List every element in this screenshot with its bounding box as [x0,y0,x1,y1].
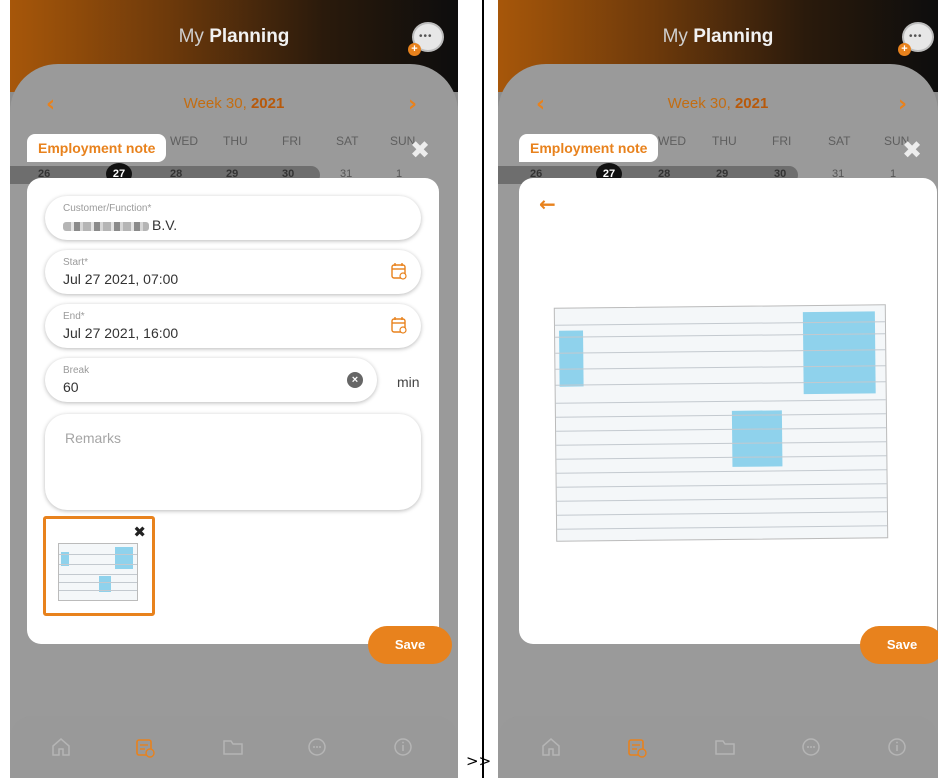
transition-arrow: >> [466,752,492,770]
chat-icon[interactable] [800,736,822,758]
week-navigation: ‹ Week 30, 2021 › [10,92,458,117]
close-icon[interactable]: ✖ [410,136,430,164]
remarks-field[interactable]: Remarks [45,414,421,510]
save-button[interactable]: Save [860,626,938,664]
remove-attachment-icon[interactable]: ✖ [133,523,146,541]
day-thu: THU [223,134,248,148]
document-image [553,304,889,542]
info-icon[interactable] [392,736,414,758]
day-wed: WED [170,134,198,148]
screen-employment-form: My Planning ••• + ‹ Week 30, 2021 › WED T… [10,0,458,778]
break-field[interactable]: Break 60 × [45,358,377,402]
save-button[interactable]: Save [368,626,452,664]
start-label: Start* [63,257,89,268]
day-fri: FRI [772,134,792,148]
end-field[interactable]: End* Jul 27 2021, 16:00 [45,304,421,348]
customer-value: B.V. [63,217,177,233]
end-label: End* [63,311,85,322]
day-fri: FRI [282,134,302,148]
week-label: Week 30, 2021 [667,95,769,112]
start-field[interactable]: Start* Jul 27 2021, 07:00 [45,250,421,294]
planning-icon[interactable] [134,736,156,758]
day-sat: SAT [336,134,359,148]
attachment-thumbnail[interactable]: ✖ [43,516,155,616]
info-icon[interactable] [886,736,908,758]
app-title: My Planning [662,26,774,47]
back-arrow-icon[interactable]: ← [539,192,556,216]
modal-title: Employment note [27,134,167,162]
break-value: 60 [63,379,79,395]
home-icon[interactable] [540,736,562,758]
customer-label: Customer/Function* [63,203,152,214]
clear-icon[interactable]: × [347,372,363,388]
close-icon[interactable]: ✖ [902,136,922,164]
day-sat: SAT [828,134,851,148]
end-value: Jul 27 2021, 16:00 [63,325,179,341]
chevron-right-icon[interactable]: › [898,92,907,117]
planning-icon[interactable] [626,736,648,758]
day-thu: THU [712,134,737,148]
screen-attachment-preview: My Planning ••• + ‹ Week 30, 2021 › WED T… [498,0,938,778]
chat-add-icon[interactable]: ••• + [408,22,444,56]
start-value: Jul 27 2021, 07:00 [63,271,179,287]
break-label: Break [63,365,90,376]
app-title: My Planning [178,26,290,47]
customer-field[interactable]: Customer/Function* B.V. [45,196,421,240]
modal-title: Employment note [519,134,659,162]
remarks-placeholder: Remarks [65,430,122,446]
calendar-icon[interactable] [391,316,407,334]
redacted-name [63,221,149,231]
folder-icon[interactable] [222,736,244,758]
attachment-preview-card: ← [519,178,937,644]
day-wed: WED [658,134,686,148]
document-preview [58,543,138,601]
week-label: Week 30, 2021 [183,95,285,112]
chevron-right-icon[interactable]: › [408,92,417,117]
chat-icon[interactable] [306,736,328,758]
folder-icon[interactable] [714,736,736,758]
chat-add-icon[interactable]: ••• + [898,22,934,56]
week-navigation: ‹ Week 30, 2021 › [498,92,938,117]
employment-form-card: Customer/Function* B.V. Start* Jul 27 20… [27,178,439,644]
home-icon[interactable] [50,736,72,758]
break-unit: min [397,374,420,390]
screen-divider [482,0,484,778]
calendar-icon[interactable] [391,262,407,280]
